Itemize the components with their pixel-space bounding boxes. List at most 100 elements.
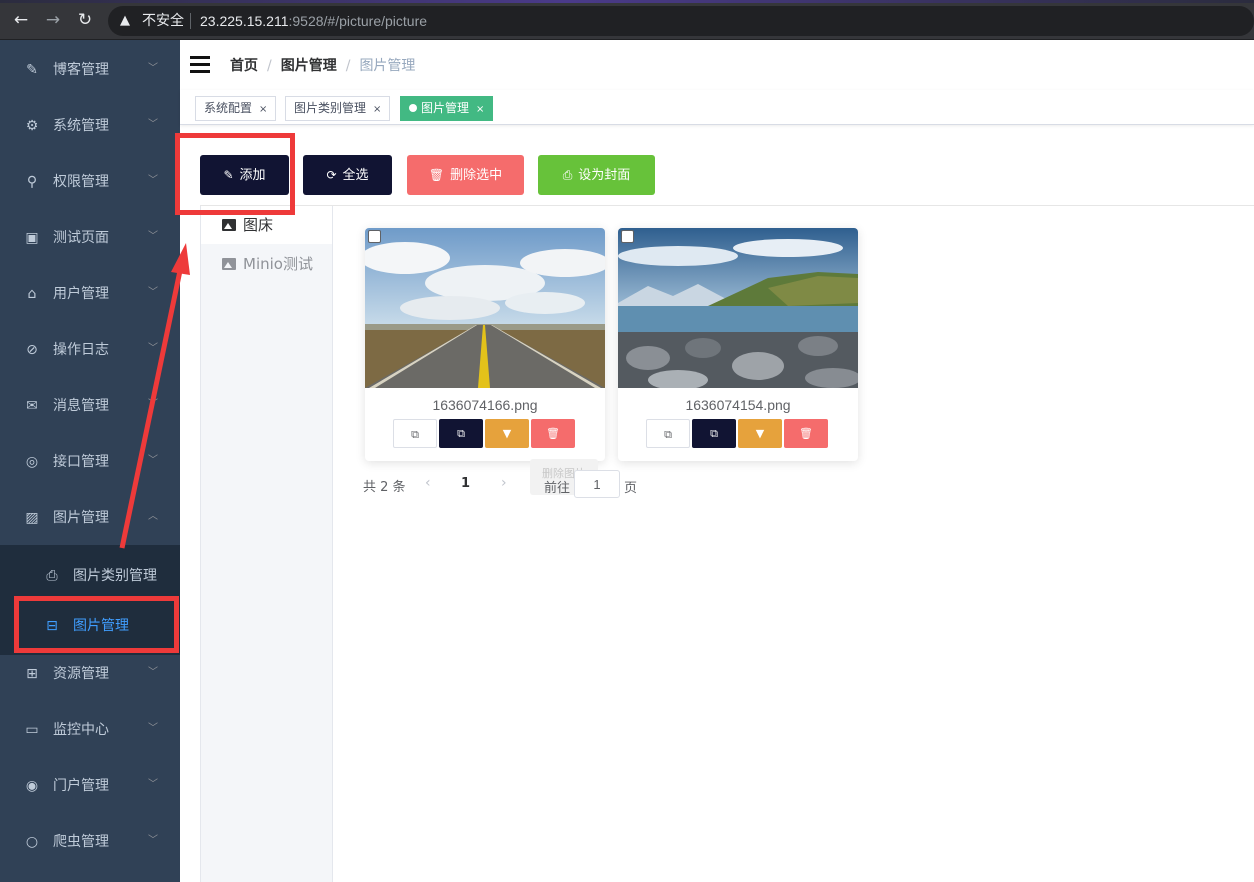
sidebar-item-label: 用户管理: [53, 286, 109, 302]
pagination-goto-input[interactable]: [574, 470, 620, 498]
picture-actions: ⧉ ⧉ ▼ 🗑: [646, 419, 829, 448]
copy-link-button[interactable]: ⧉: [393, 419, 437, 448]
tab-minio-test[interactable]: Minio测试: [201, 245, 332, 283]
sidebar-item-test-page[interactable]: ▣ 测试页面 ﹀: [0, 210, 180, 266]
security-label[interactable]: 不安全: [142, 12, 184, 30]
delete-picture-button[interactable]: 🗑: [531, 419, 575, 448]
tag-picture-manage[interactable]: 图片管理 ×: [400, 96, 494, 121]
user-icon: ⚲: [26, 174, 38, 190]
message-icon: ✉: [26, 398, 38, 414]
sidebar: ✎ 博客管理 ﹀ ⚙ 系统管理 ﹀ ⚲ 权限管理 ﹀ ▣ 测试页面 ﹀ ⌂ 用户…: [0, 40, 180, 882]
active-dot-icon: [409, 104, 417, 112]
breadcrumb-home[interactable]: 首页: [230, 58, 258, 74]
pagination-unit: 页: [624, 481, 638, 496]
sidebar-item-messages[interactable]: ✉ 消息管理 ﹀: [0, 378, 180, 434]
sidebar-item-label: 图片管理: [53, 510, 109, 526]
sidebar-item-crawler[interactable]: ○ 爬虫管理 ﹀: [0, 814, 180, 870]
sidebar-item-operation-log[interactable]: ⊘ 操作日志 ﹀: [0, 322, 180, 378]
close-icon[interactable]: ×: [476, 104, 484, 115]
picture-icon: [222, 219, 236, 231]
select-all-button[interactable]: ⟳ 全选: [303, 155, 392, 195]
picture-icon: ▨: [25, 510, 39, 526]
set-cover-icon-button[interactable]: ▼: [485, 419, 529, 448]
sidebar-item-permission[interactable]: ⚲ 权限管理 ﹀: [0, 154, 180, 210]
breadcrumb-picture-group[interactable]: 图片管理: [281, 58, 337, 74]
picture-filename: 1636074166.png: [432, 397, 538, 413]
forward-arrow-icon[interactable]: →: [42, 9, 64, 31]
tag-label: 图片管理: [421, 101, 470, 115]
reload-icon[interactable]: ↻: [74, 9, 96, 31]
tag-picture-category[interactable]: 图片类别管理 ×: [285, 96, 391, 121]
close-icon[interactable]: ×: [373, 104, 381, 115]
picture-card: 1636074154.png ⧉ ⧉ ▼ 🗑: [618, 228, 858, 461]
breadcrumb-current: 图片管理: [359, 58, 416, 74]
sidebar-item-label: 接口管理: [53, 454, 109, 470]
edit-icon: ✎: [26, 62, 38, 78]
sidebar-item-label: 监控中心: [53, 722, 109, 738]
toolbar-divider: [200, 205, 1254, 206]
breadcrumb: 首页 / 图片管理 / 图片管理: [230, 58, 416, 74]
sidebar-item-label: 测试页面: [53, 230, 109, 246]
sidebar-item-label: 消息管理: [53, 398, 109, 414]
picture-icon: [222, 258, 236, 270]
sidebar-item-resources[interactable]: ⊞ 资源管理 ﹀: [0, 646, 180, 702]
sidebar-item-users[interactable]: ⌂ 用户管理 ﹀: [0, 266, 180, 322]
main-content: 首页 / 图片管理 / 图片管理 系统配置 × 图片类别管理 × 图片管理 × ✎ 添加 ⟳ 全选…: [180, 40, 1254, 882]
set-cover-icon-button[interactable]: ▼: [738, 419, 782, 448]
lifebuoy-icon: ◉: [25, 778, 39, 794]
trash-icon: 🗑: [799, 427, 813, 440]
address-divider: [190, 13, 191, 29]
delete-picture-button[interactable]: 🗑: [784, 419, 828, 448]
sidebar-item-api[interactable]: ◎ 接口管理 ﹀: [0, 434, 180, 490]
sidebar-item-portal[interactable]: ◉ 门户管理 ﹀: [0, 758, 180, 814]
address-bar[interactable]: ▲ 不安全 23.225.15.211:9528/#/picture/pictu…: [108, 6, 1254, 36]
chevron-down-icon: ﹀: [148, 175, 158, 186]
select-checkbox[interactable]: [368, 230, 381, 243]
hamburger-icon[interactable]: [190, 56, 210, 73]
close-icon[interactable]: ×: [259, 104, 267, 115]
chevron-up-icon: ︿: [148, 511, 158, 522]
tag-system-config[interactable]: 系统配置 ×: [195, 96, 277, 121]
sidebar-item-monitor[interactable]: ▭ 监控中心 ﹀: [0, 702, 180, 758]
chevron-down-icon: ﹀: [148, 455, 158, 466]
copy-icon: ⧉: [664, 428, 672, 441]
sidebar-item-pictures[interactable]: ▨ 图片管理 ︿: [0, 490, 180, 546]
documents-icon: ⧉: [457, 427, 465, 440]
chevron-left-icon[interactable]: ‹: [425, 475, 431, 491]
url-host: 23.225.15.211: [200, 13, 289, 29]
sidebar-item-picture-category[interactable]: ⎙ 图片类别管理: [0, 551, 180, 601]
sidebar-item-label: 博客管理: [53, 62, 109, 78]
picture-thumbnail[interactable]: [618, 228, 858, 388]
sidebar-item-system[interactable]: ⚙ 系统管理 ﹀: [0, 98, 180, 154]
copy-markdown-button[interactable]: ⧉: [692, 419, 736, 448]
printer-icon: ⎙: [46, 568, 58, 584]
sidebar-item-label: 门户管理: [53, 778, 109, 794]
tag-label: 系统配置: [204, 101, 253, 115]
url-text[interactable]: 23.225.15.211:9528/#/picture/picture: [200, 12, 427, 30]
sidebar-item-label: 操作日志: [53, 342, 109, 358]
delete-selected-button[interactable]: 🗑 删除选中: [407, 155, 524, 195]
compass-icon: ◎: [25, 454, 39, 470]
trash-icon: 🗑: [546, 427, 560, 440]
pagination-page[interactable]: 1: [461, 476, 470, 491]
chevron-right-icon[interactable]: ›: [501, 475, 507, 491]
chevron-down-icon: ﹀: [148, 119, 158, 130]
back-arrow-icon[interactable]: ←: [10, 9, 32, 31]
tag-label: 图片类别管理: [294, 101, 367, 115]
copy-link-button[interactable]: ⧉: [646, 419, 690, 448]
picture-thumbnail[interactable]: [365, 228, 605, 388]
sidebar-item-blog[interactable]: ✎ 博客管理 ﹀: [0, 42, 180, 98]
copy-markdown-button[interactable]: ⧉: [439, 419, 483, 448]
storage-tabs: 图床 Minio测试: [200, 206, 333, 882]
set-cover-button[interactable]: ⎙ 设为封面: [538, 155, 655, 195]
picture-filename: 1636074154.png: [685, 397, 791, 413]
select-checkbox[interactable]: [621, 230, 634, 243]
url-path: :9528/#/picture/picture: [288, 13, 428, 29]
cover-icon: ▼: [755, 427, 765, 440]
sidebar-item-label: 爬虫管理: [53, 834, 109, 850]
gear-icon: ⚙: [25, 118, 39, 134]
annotation-highlight-add: [175, 133, 295, 215]
chevron-down-icon: ﹀: [148, 667, 158, 678]
chevron-down-icon: ﹀: [148, 287, 158, 298]
copy-icon: ⧉: [411, 428, 419, 441]
